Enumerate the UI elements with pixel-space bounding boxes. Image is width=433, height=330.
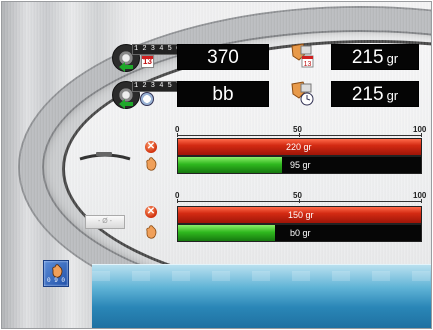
- svg-text:13: 13: [304, 61, 312, 68]
- bar-green-2-fill: [178, 225, 276, 241]
- bar-green-1-label: 95 gr: [290, 160, 311, 170]
- scale-100: 100: [413, 191, 427, 200]
- counter-digits: 1 2 3 4 5 6: [132, 44, 183, 55]
- scale-50: 50: [293, 125, 302, 134]
- license-plate-icon: - Ø -: [85, 215, 125, 229]
- row2-weight-unit: gr: [386, 88, 399, 103]
- bar-green-1-fill: [178, 157, 283, 173]
- row1-weight: 215 gr: [331, 44, 419, 70]
- calendar-icon: 13: [141, 55, 154, 68]
- green-arrow-icon: [119, 62, 133, 72]
- row1-weight-unit: gr: [386, 51, 399, 66]
- row1-value: 370: [177, 44, 269, 70]
- row2-value-text: bb: [212, 84, 234, 105]
- bar-green-2: b0 gr: [177, 224, 422, 242]
- hand-icon: [146, 225, 157, 239]
- row2-weight: 215 gr: [331, 81, 419, 107]
- machine-screen: 1 2 3 4 5 6 13 370 13 215 gr 1 2 3 4 5 7 …: [1, 1, 432, 329]
- scale-100: 100: [413, 125, 427, 134]
- wiper-blade-icon: [78, 149, 132, 163]
- bar-red-2-label: 150 gr: [288, 210, 314, 220]
- weight-calendar-icon: 13: [291, 43, 314, 68]
- bar-green-2-label: b0 gr: [290, 228, 311, 238]
- corner-button-digits: 0 9 0: [47, 277, 66, 284]
- counter-digits: 1 2 3 4 5 7: [132, 81, 183, 92]
- error-icon: ✕: [145, 141, 157, 153]
- hand-icon: [52, 264, 63, 278]
- green-arrow-icon: [119, 99, 133, 109]
- bar-red-1: 220 gr: [177, 138, 422, 156]
- water-decor: [92, 264, 431, 328]
- scale-50: 50: [293, 191, 302, 200]
- row2-value: bb: [177, 81, 269, 107]
- bar-red-2: 150 gr: [177, 206, 422, 224]
- clock-icon: [140, 92, 154, 106]
- weight-clock-icon: [291, 81, 314, 106]
- hand-icon: [146, 157, 157, 171]
- error-icon: ✕: [145, 206, 157, 218]
- bar-red-1-label: 220 gr: [286, 142, 312, 152]
- row2-weight-value: 215: [351, 84, 384, 105]
- bar-green-1: 95 gr: [177, 156, 422, 174]
- row1-value-text: 370: [207, 47, 239, 68]
- row1-weight-value: 215: [351, 47, 384, 68]
- hand-settings-button[interactable]: 0 9 0: [43, 260, 69, 287]
